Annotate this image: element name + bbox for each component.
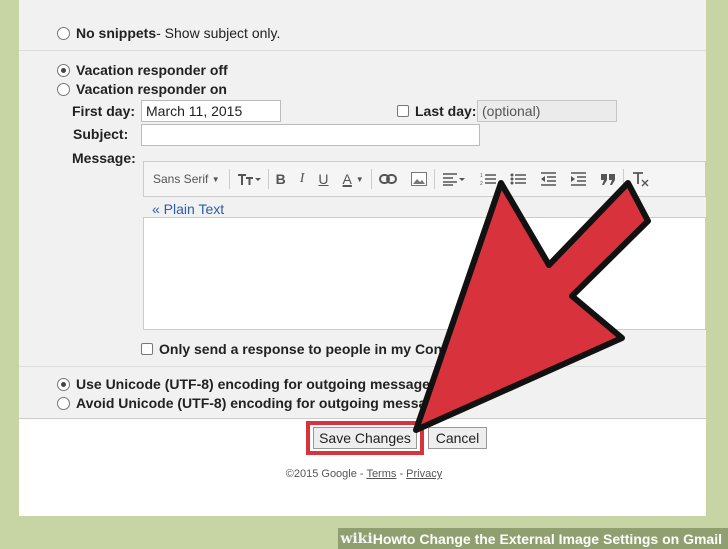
wikihow-title-banner: wiki How to Change the External Image Set… bbox=[338, 528, 728, 549]
banner-title: to Change the External Image Settings on… bbox=[402, 530, 722, 547]
wiki-logo-text: wiki bbox=[340, 530, 373, 547]
red-arrow-icon bbox=[413, 180, 651, 433]
how-logo-text: How bbox=[372, 530, 403, 547]
